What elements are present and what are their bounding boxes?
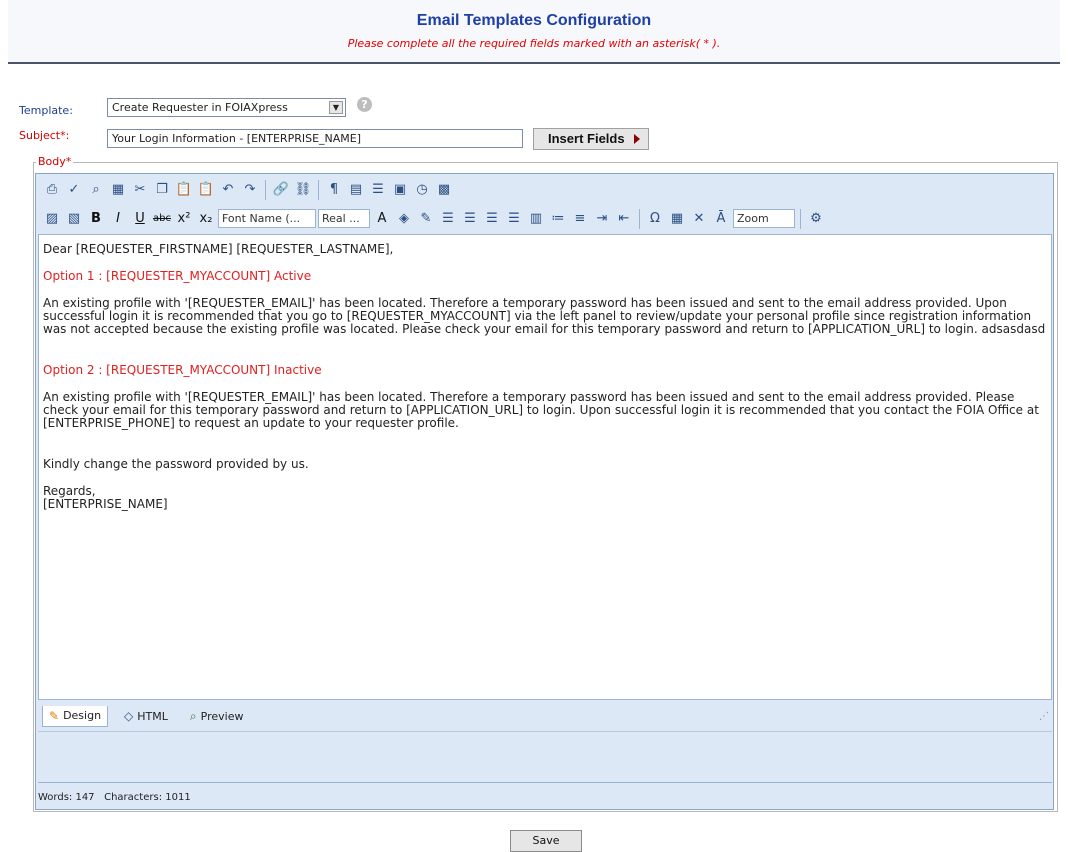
template-label: Template: [19, 104, 73, 117]
image-properties-icon[interactable]: ▧ [64, 209, 84, 229]
option-2-heading: Option 2 : [REQUESTER_MYACCOUNT] Inactiv… [43, 363, 322, 377]
greeting-line: Dear [REQUESTER_FIRSTNAME] [REQUESTER_LA… [43, 242, 394, 256]
option-2-text: An existing profile with '[REQUESTER_EMA… [43, 390, 1039, 430]
highlight-icon[interactable]: ◈ [394, 209, 414, 229]
page-title: Email Templates Configuration [416, 12, 652, 29]
justify-icon[interactable]: ☰ [504, 209, 524, 229]
word-count: Words: 147 Characters: 1011 [38, 792, 191, 803]
datetime-icon[interactable]: ◷ [412, 180, 432, 200]
tab-design-label: Design [63, 709, 102, 722]
editor-toolbar-row-1: ⎙ ✓ ⌕ ▦ ✂ ❐ 📋 📋 ↶ ↷ 🔗 ⛓ ¶ ▤ ☰ ▣ ◷ ▩ [38, 176, 1051, 203]
toolbar-separator [265, 179, 266, 200]
tab-html[interactable]: ◇ HTML [118, 706, 174, 726]
help-icon[interactable]: ? [357, 97, 372, 112]
bullet-list-icon[interactable]: ≔ [548, 209, 568, 229]
signature-line: [ENTERPRISE_NAME] [43, 497, 168, 511]
toolbar-separator [800, 208, 801, 229]
required-fields-notice: Please complete all the required fields … [347, 37, 721, 50]
resize-grip-icon[interactable]: ⋰ [1039, 711, 1049, 722]
image-manager-icon[interactable]: ▨ [42, 209, 62, 229]
unlink-icon[interactable]: ⛓ [293, 180, 313, 200]
spellcheck-icon[interactable]: ✓ [64, 180, 84, 200]
ai-icon[interactable]: Ā [711, 209, 731, 229]
align-right-icon[interactable]: ☰ [482, 209, 502, 229]
header-band [8, 0, 1060, 64]
symbol-icon[interactable]: Ω [645, 209, 665, 229]
strikethrough-icon[interactable]: abc [152, 209, 172, 229]
template-select[interactable]: Create Requester in FOIAXpress ▼ [107, 98, 346, 117]
numbered-list-icon[interactable]: ≡ [570, 209, 590, 229]
redo-icon[interactable]: ↷ [240, 180, 260, 200]
chevron-down-icon[interactable]: ▼ [329, 101, 343, 114]
subject-input[interactable] [107, 129, 523, 148]
tab-preview[interactable]: ⌕ Preview [184, 706, 250, 727]
font-color-icon[interactable]: A [372, 209, 392, 229]
magnifier-icon: ⌕ [189, 708, 197, 723]
code-icon: ◇ [124, 709, 134, 723]
align-left-icon[interactable]: ☰ [438, 209, 458, 229]
zoom-select[interactable]: Zoom [733, 209, 795, 228]
template-select-value: Create Requester in FOIAXpress [112, 101, 288, 114]
arrow-right-icon [634, 134, 640, 144]
table-icon[interactable]: ▦ [667, 209, 687, 229]
italic-icon[interactable]: I [108, 209, 128, 229]
insert-fields-label: Insert Fields [548, 131, 625, 146]
regards-line: Regards, [43, 484, 96, 498]
body-label: Body* [36, 155, 74, 168]
image-map-icon[interactable]: ▩ [434, 180, 454, 200]
strip-format-icon[interactable]: ✕ [689, 209, 709, 229]
editor-status-area [38, 731, 1052, 783]
closing-line: Kindly change the password provided by u… [43, 457, 309, 471]
font-name-select[interactable]: Font Name (... [218, 209, 316, 228]
paste-icon[interactable]: 📋 [174, 180, 194, 200]
cell-align-icon[interactable]: ▥ [526, 209, 546, 229]
subject-label: Subject*: [19, 129, 70, 142]
option-1-text: An existing profile with '[REQUESTER_EMA… [43, 296, 1046, 336]
copy-icon[interactable]: ❐ [152, 180, 172, 200]
tab-preview-label: Preview [200, 709, 244, 723]
outdent-icon[interactable]: ⇤ [614, 209, 634, 229]
words-count: Words: 147 [38, 792, 95, 803]
underline-icon[interactable]: U [130, 209, 150, 229]
font-size-select[interactable]: Real ... [318, 209, 370, 228]
tab-html-label: HTML [137, 709, 168, 723]
format-brush-icon[interactable]: ✎ [416, 209, 436, 229]
paragraph-icon[interactable]: ¶ [324, 180, 344, 200]
indent-icon[interactable]: ⇥ [592, 209, 612, 229]
insert-fields-button[interactable]: Insert Fields [533, 128, 649, 150]
horizontal-rule-icon[interactable]: ☰ [368, 180, 388, 200]
editor-mode-tabs: ✎ Design ◇ HTML ⌕ Preview [38, 703, 1052, 729]
editor-toolbar-row-2: ▨ ▧ B I U abc x² x₂ Font Name (... Real … [38, 205, 1051, 232]
rich-text-editor: ⎙ ✓ ⌕ ▦ ✂ ❐ 📋 📋 ↶ ↷ 🔗 ⛓ ¶ ▤ ☰ ▣ ◷ ▩ ▨ ▧ … [35, 173, 1054, 810]
align-center-icon[interactable]: ☰ [460, 209, 480, 229]
form-icon[interactable]: ▣ [390, 180, 410, 200]
characters-count: Characters: 1011 [104, 792, 191, 803]
link-icon[interactable]: 🔗 [271, 180, 291, 200]
bold-icon[interactable]: B [86, 209, 106, 229]
paste-options-icon[interactable]: 📋 [196, 180, 216, 200]
toolbar-separator [318, 179, 319, 200]
tools-icon[interactable]: ⚙ [806, 209, 826, 229]
select-all-icon[interactable]: ▦ [108, 180, 128, 200]
option-1-heading: Option 1 : [REQUESTER_MYACCOUNT] Active [43, 269, 312, 283]
find-icon[interactable]: ⌕ [86, 180, 106, 200]
tab-design[interactable]: ✎ Design [42, 705, 109, 727]
template-icon[interactable]: ▤ [346, 180, 366, 200]
undo-icon[interactable]: ↶ [218, 180, 238, 200]
save-button[interactable]: Save [510, 830, 582, 852]
toolbar-separator [639, 208, 640, 229]
superscript-icon[interactable]: x² [174, 209, 194, 229]
editor-content[interactable]: Dear [REQUESTER_FIRSTNAME] [REQUESTER_LA… [38, 234, 1052, 700]
cut-icon[interactable]: ✂ [130, 180, 150, 200]
subscript-icon[interactable]: x₂ [196, 209, 216, 229]
pencil-icon: ✎ [49, 708, 60, 723]
print-icon[interactable]: ⎙ [42, 180, 62, 200]
